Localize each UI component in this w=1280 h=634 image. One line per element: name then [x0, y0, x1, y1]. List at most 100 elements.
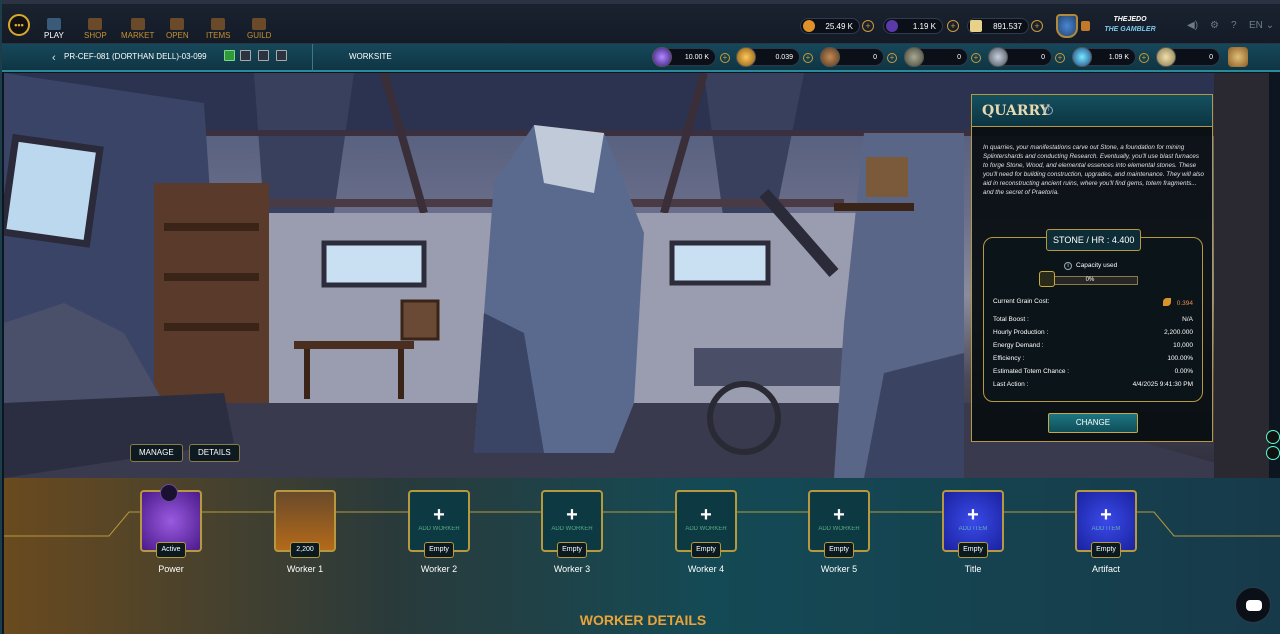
- stat-value: 4/4/2025 9:41:30 PM: [1132, 381, 1193, 388]
- dec-icon: [886, 20, 898, 32]
- slot-worker-4[interactable]: + ADD WORKER Empty: [675, 490, 737, 558]
- slot-artifact[interactable]: + ADD ITEM Empty: [1075, 490, 1137, 558]
- plot-view-icon[interactable]: [240, 50, 251, 61]
- top-nav: ••• PLAY SHOP MARKET OPEN ITEMS GUILD 25…: [2, 0, 1280, 44]
- slot-worker-5[interactable]: + ADD WORKER Empty: [808, 490, 870, 558]
- nav-open[interactable]: OPEN: [166, 18, 189, 40]
- plus-icon: +: [1100, 504, 1112, 526]
- resource-wood: 0: [820, 47, 884, 67]
- language-select[interactable]: EN ⌄: [1249, 20, 1274, 31]
- info-icon[interactable]: i: [1044, 106, 1053, 115]
- plot-id: PR-CEF-081 (DORTHAN DELL)-03-099: [64, 52, 207, 61]
- stone-value: 0: [957, 53, 961, 61]
- plot-info-icon[interactable]: [276, 50, 287, 61]
- side-widget-icon[interactable]: [1266, 446, 1280, 460]
- dec-value: 1.19 K: [912, 21, 936, 31]
- capacity-label-text: Capacity used: [1076, 262, 1118, 269]
- add-stone-button[interactable]: +: [971, 53, 981, 63]
- storage-icon: [1039, 271, 1055, 287]
- slot-worker-3[interactable]: + ADD WORKER Empty: [541, 490, 603, 558]
- stat-label: Estimated Totem Chance :: [993, 368, 1070, 375]
- avatar[interactable]: [1056, 14, 1078, 38]
- wood-icon: [820, 47, 840, 67]
- manage-button[interactable]: MANAGE: [130, 444, 183, 462]
- tab-worksite[interactable]: WORKSITE: [349, 52, 392, 61]
- stat-value: N/A: [1182, 316, 1193, 323]
- nav-market[interactable]: MARKET: [121, 18, 154, 40]
- research-value: 10.00 K: [684, 53, 709, 61]
- close-icon[interactable]: [1266, 430, 1280, 444]
- plot-status-icon[interactable]: [224, 50, 235, 61]
- add-sps-button[interactable]: +: [1031, 20, 1043, 32]
- add-dec-button[interactable]: +: [947, 20, 959, 32]
- quarry-description: In quarries, your manifestations carve o…: [983, 144, 1205, 196]
- change-label: CHANGE: [1075, 418, 1111, 427]
- chat-icon[interactable]: [1235, 587, 1271, 623]
- resource-iron: 0: [988, 47, 1052, 67]
- quarry-panel: QUARRY i In quarries, your manifestation…: [971, 94, 1213, 442]
- add-wood-button[interactable]: +: [887, 53, 897, 63]
- slot-label: Title: [964, 564, 982, 574]
- aura-icon: [1072, 47, 1092, 67]
- slot-label: Artifact: [1091, 564, 1120, 574]
- grain-icon: [1162, 298, 1171, 306]
- nav-play[interactable]: PLAY: [44, 18, 64, 40]
- nav-play-label: PLAY: [44, 31, 64, 40]
- stone-icon: [904, 47, 924, 67]
- add-iron-button[interactable]: +: [1055, 53, 1065, 63]
- play-icon: [46, 18, 61, 30]
- nav-guild[interactable]: GUILD: [247, 18, 271, 40]
- add-grain-button[interactable]: +: [803, 53, 813, 63]
- back-arrow-icon[interactable]: ‹: [52, 52, 56, 64]
- help-icon[interactable]: ?: [1231, 20, 1237, 31]
- nav-items[interactable]: ITEMS: [206, 18, 230, 40]
- resource-grain: 0.039: [736, 47, 800, 67]
- plot-share-icon[interactable]: [258, 50, 269, 61]
- add-label: ADD ITEM: [958, 526, 988, 532]
- stone-rate: STONE / HR : 4.400: [1046, 229, 1142, 251]
- stat-row: Efficiency : 100.00%: [993, 355, 1193, 362]
- add-credits-button[interactable]: +: [862, 20, 874, 32]
- nav-guild-label: GUILD: [247, 31, 272, 40]
- nav-shop[interactable]: SHOP: [84, 18, 107, 40]
- slot-badge: Empty: [691, 542, 721, 558]
- manage-label: MANAGE: [139, 448, 174, 457]
- chevron-down-icon: ⌄: [1265, 20, 1275, 31]
- info-icon[interactable]: i: [1064, 262, 1072, 270]
- sound-icon[interactable]: ◀): [1187, 20, 1198, 31]
- username[interactable]: THEJEDO: [1098, 16, 1162, 23]
- credits-balance: 25.49 K: [800, 18, 860, 34]
- slot-worker-1[interactable]: 2,200: [274, 490, 336, 558]
- resource-aura: 1.09 K: [1072, 47, 1136, 67]
- details-button[interactable]: DETAILS: [189, 444, 240, 462]
- stat-row: Last Action : 4/4/2025 9:41:30 PM: [993, 381, 1193, 388]
- slot-badge: Empty: [557, 542, 587, 558]
- shop-icon: [88, 18, 103, 30]
- market-icon: [130, 18, 145, 30]
- sps-balance: 891.537: [967, 18, 1029, 34]
- stat-value: 10,000: [1173, 342, 1193, 349]
- slot-label: Worker 1: [286, 564, 324, 574]
- capacity-label: i Capacity used: [1064, 262, 1117, 270]
- resource-stone: 0: [904, 47, 968, 67]
- slot-title[interactable]: + ADD ITEM Empty: [942, 490, 1004, 558]
- stat-value: 100.00%: [1167, 355, 1193, 362]
- slot-label: Worker 2: [420, 564, 458, 574]
- chest-icon[interactable]: [1228, 47, 1248, 67]
- open-icon: [170, 18, 185, 30]
- slot-label: Worker 3: [553, 564, 591, 574]
- change-button[interactable]: CHANGE: [1048, 413, 1138, 433]
- stat-row: Total Boost : N/A: [993, 316, 1193, 323]
- slot-worker-2[interactable]: + ADD WORKER Empty: [408, 490, 470, 558]
- stat-label: Total Boost :: [993, 316, 1029, 323]
- add-aura-button[interactable]: +: [1139, 53, 1149, 63]
- stat-label: Last Action :: [993, 381, 1029, 388]
- slot-label: Worker 4: [687, 564, 725, 574]
- add-label: ADD ITEM: [1091, 526, 1121, 532]
- add-research-button[interactable]: +: [720, 53, 730, 63]
- stat-label: Efficiency :: [993, 355, 1025, 362]
- logo-icon[interactable]: •••: [8, 14, 30, 36]
- gear-icon[interactable]: ⚙: [1210, 20, 1219, 31]
- stat-value: 0.00%: [1174, 368, 1193, 375]
- guild-badge-icon: [1081, 21, 1090, 31]
